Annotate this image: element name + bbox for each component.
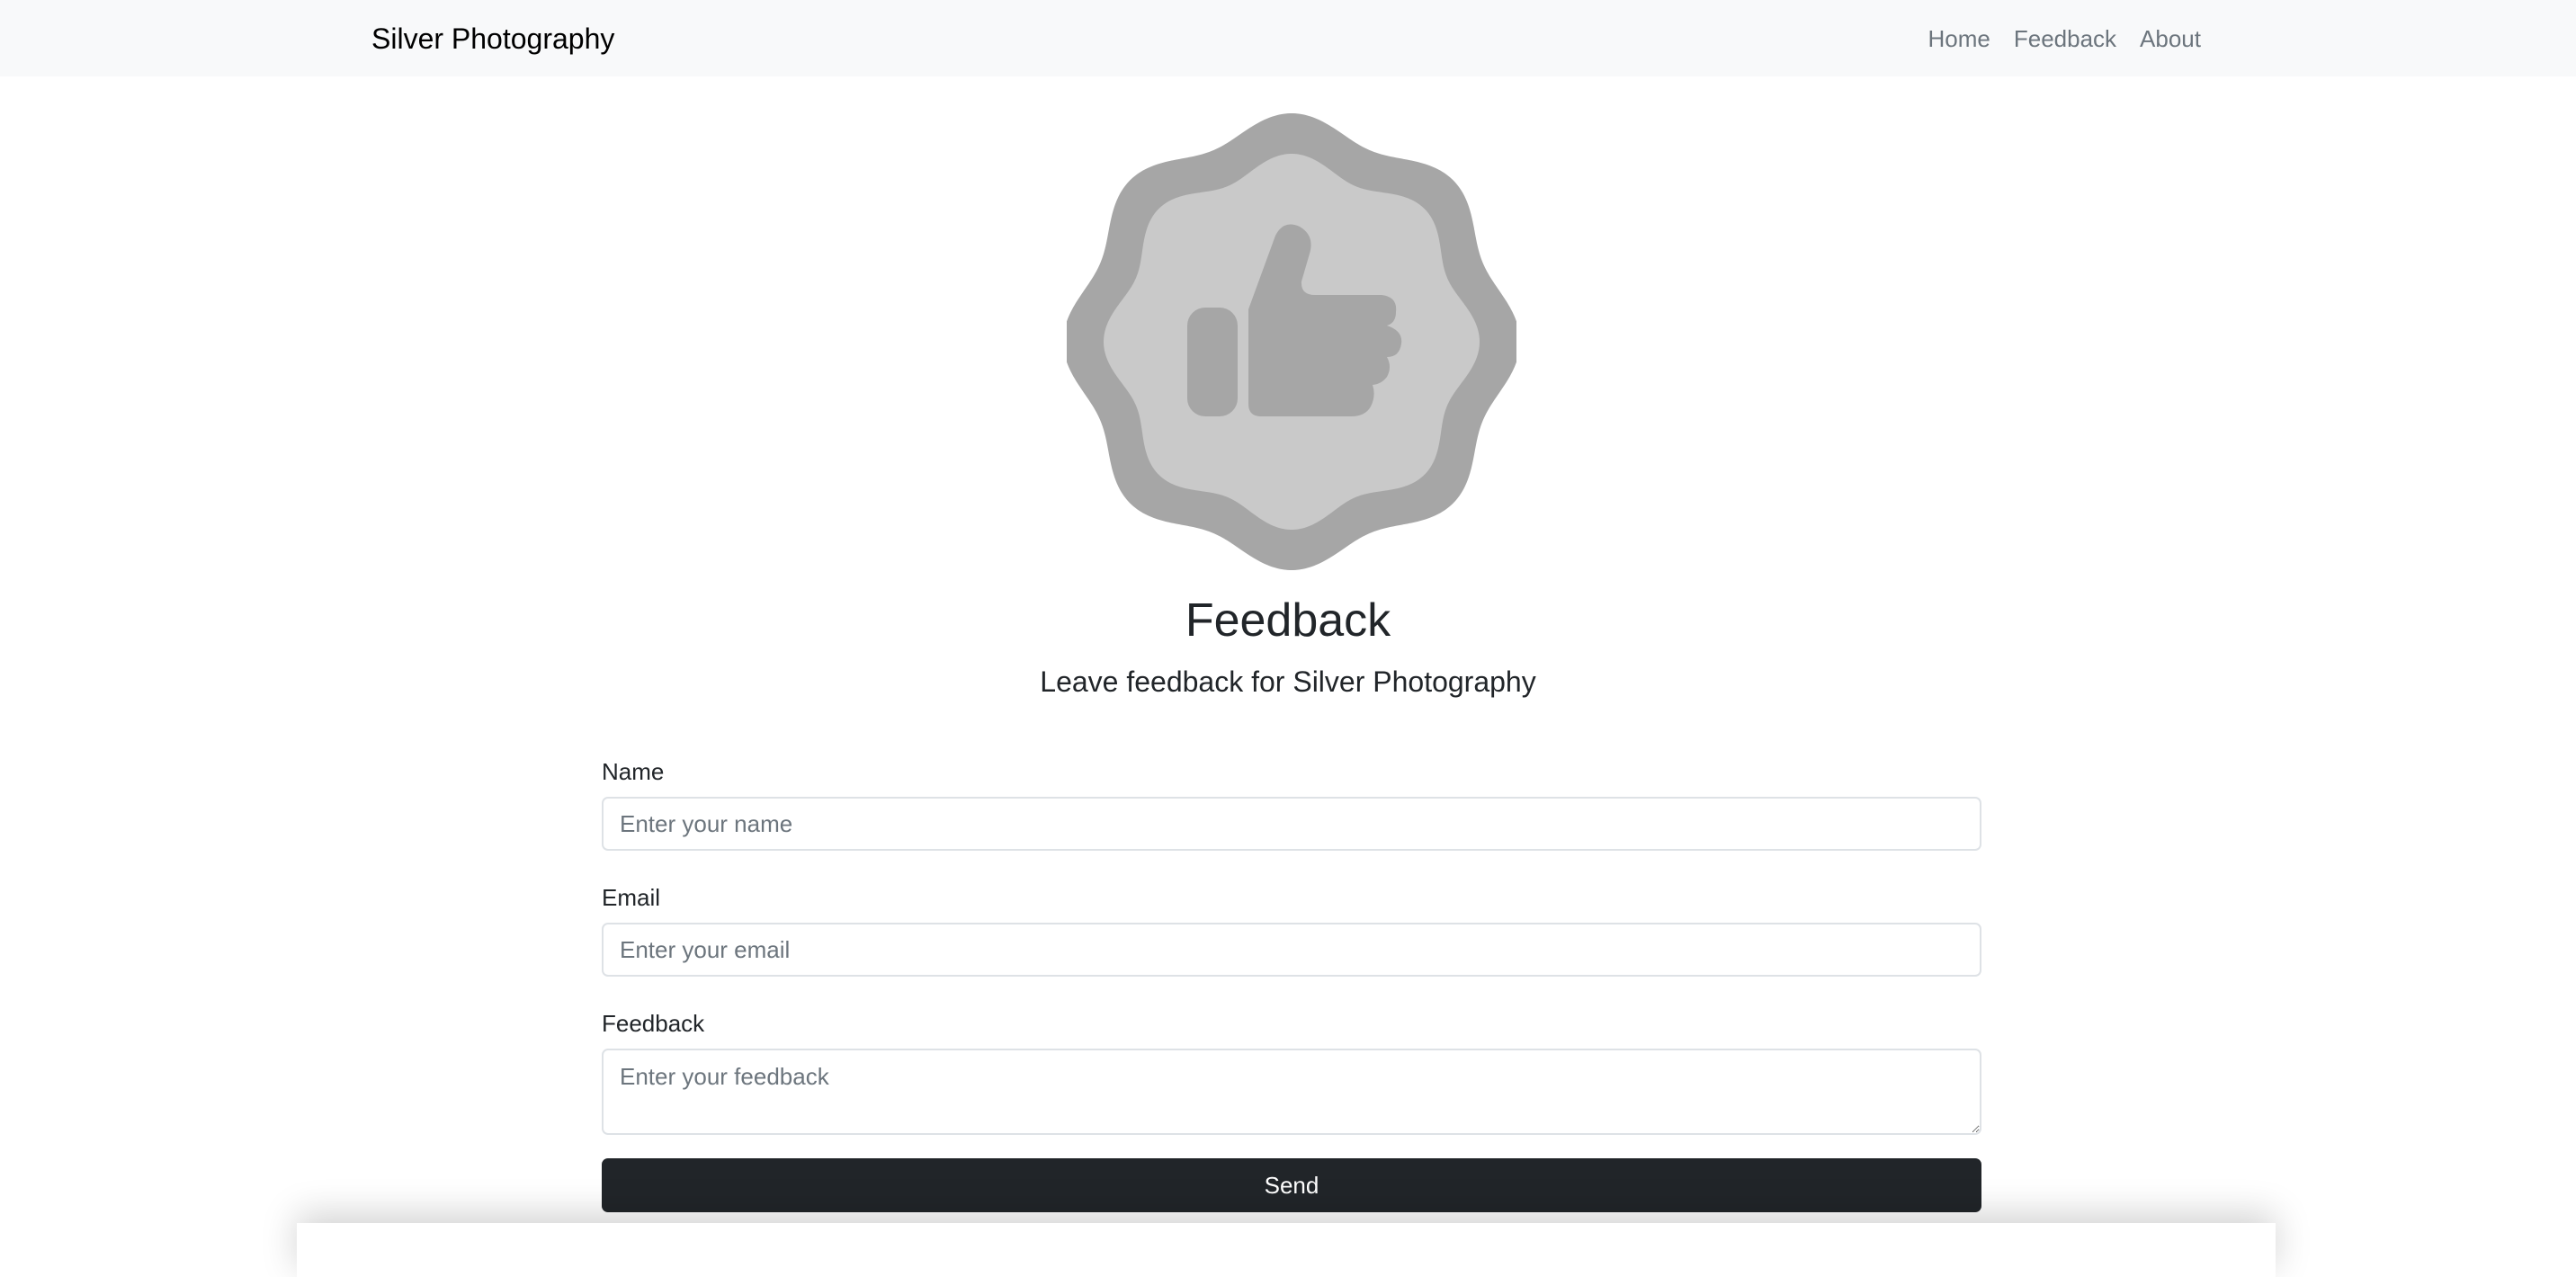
feedback-group: Feedback <box>602 1007 1981 1135</box>
name-label: Name <box>602 758 665 785</box>
feedback-form: Name Email Feedback Send <box>602 755 1981 1212</box>
footer-card-edge <box>297 1223 2276 1277</box>
page-subtitle: Leave feedback for Silver Photography <box>1040 665 1536 698</box>
navbar: Silver Photography Home Feedback About <box>0 0 2576 76</box>
nav-links: Home Feedback About <box>1928 20 2202 58</box>
name-group: Name <box>602 755 1981 851</box>
page-title: Feedback <box>1185 594 1391 647</box>
email-input[interactable] <box>602 923 1981 977</box>
feedback-textarea[interactable] <box>602 1049 1981 1135</box>
email-group: Email <box>602 881 1981 977</box>
nav-link-home[interactable]: Home <box>1928 20 1990 58</box>
nav-link-about[interactable]: About <box>2140 20 2201 58</box>
thumbs-up-badge-icon <box>1067 113 1516 570</box>
name-input[interactable] <box>602 797 1981 851</box>
send-button[interactable]: Send <box>602 1158 1981 1212</box>
feedback-label: Feedback <box>602 1010 705 1037</box>
email-label: Email <box>602 884 661 911</box>
nav-link-feedback[interactable]: Feedback <box>2014 20 2116 58</box>
brand-link[interactable]: Silver Photography <box>371 20 614 58</box>
